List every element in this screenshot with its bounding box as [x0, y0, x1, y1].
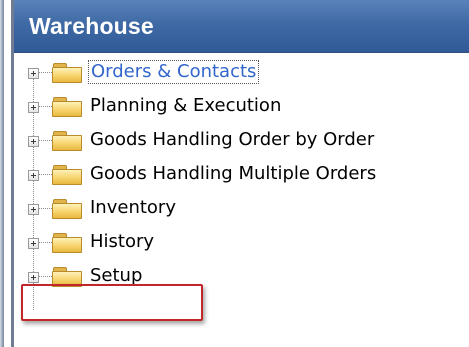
expand-icon[interactable]: [28, 238, 39, 249]
tree-branch-line: [39, 174, 52, 175]
tree-item-goods-handling-multiple-orders[interactable]: Goods Handling Multiple Orders: [14, 157, 469, 191]
tree-branch-line: [39, 140, 52, 141]
expand-icon[interactable]: [28, 136, 39, 147]
tree-item-label[interactable]: Goods Handling Multiple Orders: [88, 162, 378, 186]
folder-icon: [52, 165, 82, 185]
tree-branch-line: [39, 276, 52, 277]
tree-item-label[interactable]: History: [88, 230, 156, 254]
tree-branch-line: [39, 242, 52, 243]
tree-item-history[interactable]: History: [14, 225, 469, 259]
tree-item-label[interactable]: Inventory: [88, 196, 178, 220]
folder-icon: [52, 63, 82, 83]
tree-item-planning-execution[interactable]: Planning & Execution: [14, 89, 469, 123]
tree-item-label[interactable]: Goods Handling Order by Order: [88, 128, 376, 152]
tree-branch-line: [39, 208, 52, 209]
expand-icon[interactable]: [28, 272, 39, 283]
tree-item-label[interactable]: Planning & Execution: [88, 94, 283, 118]
folder-icon: [52, 131, 82, 151]
tree-item-orders-contacts[interactable]: Orders & Contacts: [14, 55, 469, 89]
tree-item-inventory[interactable]: Inventory: [14, 191, 469, 225]
setup-highlight-box: [21, 284, 203, 321]
folder-icon: [52, 97, 82, 117]
expand-icon[interactable]: [28, 102, 39, 113]
expand-icon[interactable]: [28, 204, 39, 215]
expand-icon[interactable]: [28, 170, 39, 181]
folder-icon: [52, 233, 82, 253]
expand-icon[interactable]: [28, 68, 39, 79]
tree-item-label[interactable]: Orders & Contacts: [88, 60, 260, 84]
window-border: [0, 0, 4, 347]
tree-branch-line: [39, 106, 52, 107]
pane-title: Warehouse: [29, 13, 154, 39]
tree-item-goods-handling-order-by-order[interactable]: Goods Handling Order by Order: [14, 123, 469, 157]
tree-branch-line: [39, 72, 52, 73]
folder-icon: [52, 199, 82, 219]
pane-header: Warehouse: [14, 0, 469, 53]
